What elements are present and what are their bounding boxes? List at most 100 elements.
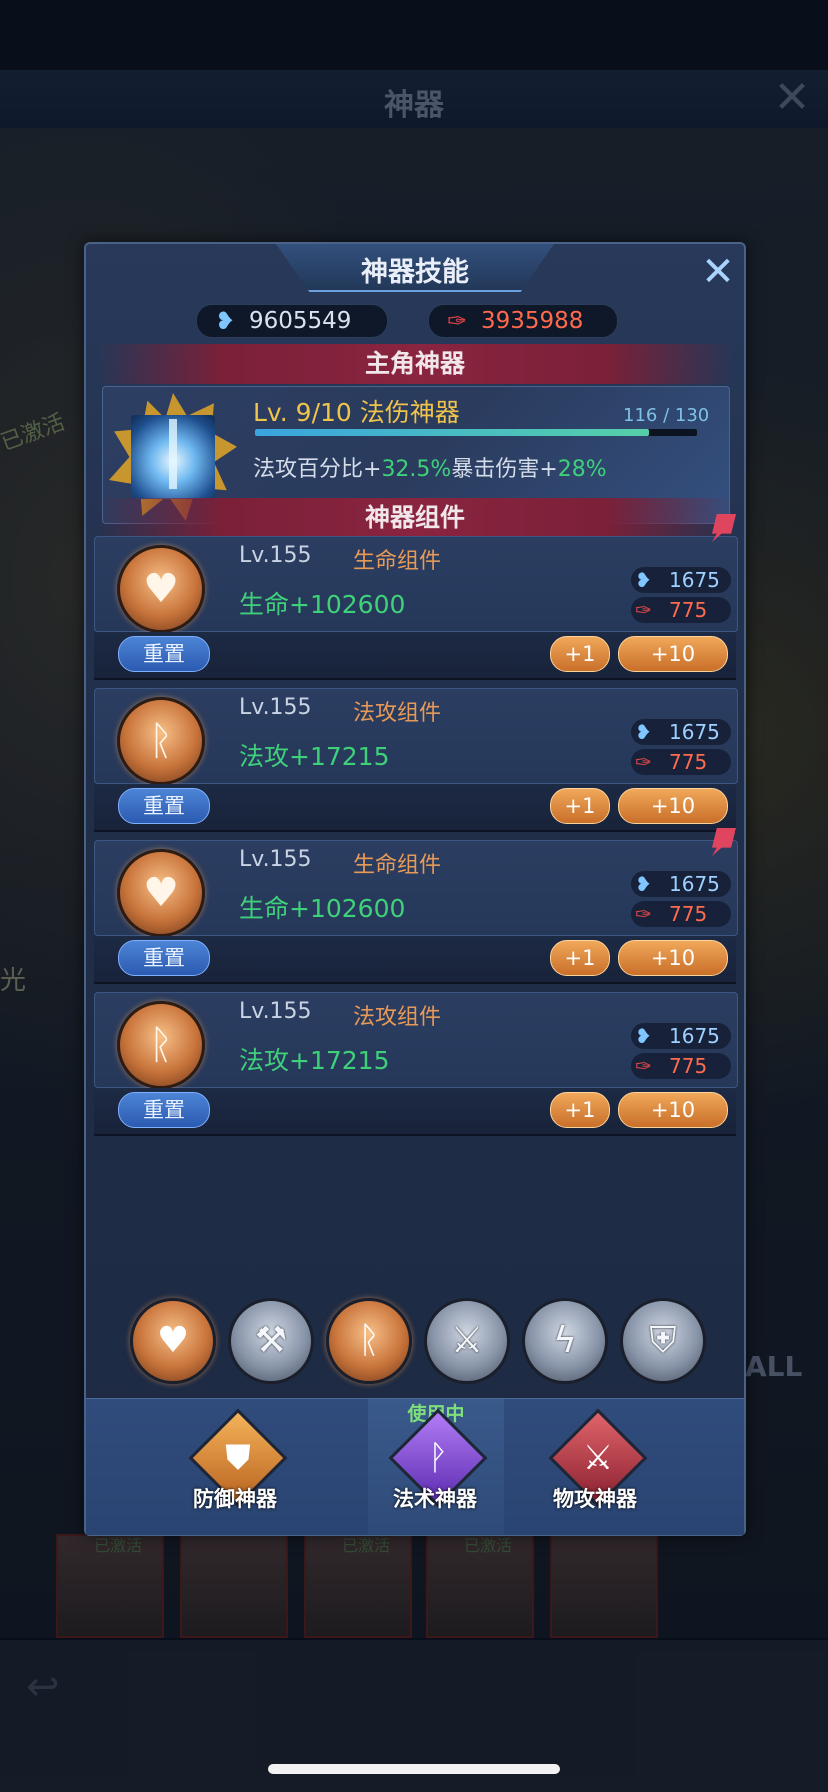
currency-red-value: 3935988 [481, 308, 584, 334]
slot-shield-bolt[interactable]: ⛨ [620, 1298, 706, 1384]
type-physical-label: 物攻神器 [553, 1486, 637, 1511]
plus-1-button[interactable]: +1 [550, 788, 610, 824]
component-stat: 生命+102600 [239, 894, 406, 923]
artifact-type-bar: 使用中 ⛊ 防御神器 ᚹ 法术神器 ⚔ 物攻神器 [86, 1398, 744, 1535]
type-physical-artifact[interactable]: ⚔ 物攻神器 [530, 1408, 660, 1525]
reset-button[interactable]: 重置 [118, 636, 210, 672]
plus-10-button[interactable]: +10 [618, 788, 728, 824]
plus-1-button[interactable]: +1 [550, 1092, 610, 1128]
component-info[interactable]: ᚱ Lv.155 法攻组件 法攻+17215 ❥ 1675 ✑ 775 [94, 688, 738, 785]
type-spell-artifact[interactable]: ᚹ 法术神器 [370, 1408, 500, 1525]
lightning-shield-icon: ϟ [553, 1320, 577, 1361]
component-stat: 法攻+17215 [239, 742, 390, 771]
component-level: Lv.155 [239, 695, 312, 720]
component-cost-blue: ❥ 1675 [631, 719, 731, 745]
component-cost-blue: ❥ 1675 [631, 567, 731, 593]
heart-icon: ♥ [156, 1320, 190, 1361]
main-artifact-progress-fill [255, 429, 650, 436]
component-row: ♥ Lv.155 生命组件 生命+102600 ❥ 1675 ✑ 775 重置 +1… [94, 828, 738, 988]
component-cost-blue: ❥ 1675 [631, 871, 731, 897]
component-level: Lv.155 [239, 999, 312, 1024]
component-row: ᚱ Lv.155 法攻组件 法攻+17215 ❥ 1675 ✑ 775 重置 +1 … [94, 992, 738, 1140]
artifact-skill-dialog: 神器技能 ✕ ❥ 9605549 ✑ 3935988 主角神器 Lv. 9/10… [84, 242, 746, 1536]
red-feather-icon: ✑ [635, 1054, 652, 1078]
main-artifact-section-title: 主角神器 [364, 349, 465, 378]
currency-blue: ❥ 9605549 [196, 304, 388, 338]
currency-red: ✑ 3935988 [428, 304, 618, 338]
component-cost-blue-value: 1675 [669, 1024, 720, 1048]
plus-1-button[interactable]: +1 [550, 940, 610, 976]
stat-value-crit-damage: 28% [557, 457, 607, 482]
component-cost-red-value: 775 [669, 750, 708, 774]
type-spell-label: 法术神器 [393, 1486, 477, 1511]
component-stat: 生命+102600 [239, 590, 406, 619]
type-defense-label: 防御神器 [193, 1486, 277, 1511]
component-cost-blue-value: 1675 [669, 720, 720, 744]
component-cost-red-value: 775 [669, 1054, 708, 1078]
axe-icon: ⚒ [254, 1320, 288, 1361]
plus-10-button[interactable]: +10 [618, 1092, 728, 1128]
rune-icon: ᚱ [358, 1320, 380, 1361]
heart-icon: ♥ [117, 545, 205, 633]
component-cost-blue-value: 1675 [669, 568, 720, 592]
component-name: 法攻组件 [353, 1005, 442, 1030]
close-icon[interactable]: ✕ [698, 252, 738, 292]
blue-heart-gem-icon: ❥ [635, 1024, 652, 1048]
main-artifact-level: Lv. 9/10 法伤神器 [253, 398, 460, 427]
rune-icon: ᚱ [117, 1001, 205, 1089]
blue-heart-gem-icon: ❥ [214, 307, 236, 335]
component-row: ᚱ Lv.155 法攻组件 法攻+17215 ❥ 1675 ✑ 775 重置 +1 … [94, 688, 738, 836]
main-artifact-progress-bar [255, 429, 697, 436]
reset-button[interactable]: 重置 [118, 1092, 210, 1128]
red-feather-icon: ✑ [635, 902, 652, 926]
blue-heart-gem-icon: ❥ [635, 872, 652, 896]
blue-heart-gem-icon: ❥ [635, 568, 652, 592]
component-cost-red: ✑ 775 [631, 597, 731, 623]
stat-label-crit-damage: 暴击伤害+ [451, 457, 558, 482]
slot-shield-sword[interactable]: ⚔ [424, 1298, 510, 1384]
component-stat: 法攻+17215 [239, 1046, 390, 1075]
component-level: Lv.155 [239, 847, 312, 872]
shield-sword-icon: ⚔ [450, 1320, 484, 1361]
slot-axe[interactable]: ⚒ [228, 1298, 314, 1384]
plus-1-button[interactable]: +1 [550, 636, 610, 672]
component-cost-red-value: 775 [669, 902, 708, 926]
component-info[interactable]: ♥ Lv.155 生命组件 生命+102600 ❥ 1675 ✑ 775 [94, 536, 738, 633]
plus-10-button[interactable]: +10 [618, 940, 728, 976]
dialog-header: 神器技能 ✕ [86, 244, 744, 294]
components-section-title: 神器组件 [364, 503, 465, 532]
component-cost-red-value: 775 [669, 598, 708, 622]
type-defense-artifact[interactable]: ⛊ 防御神器 [170, 1408, 300, 1525]
component-row: ♥ Lv.155 生命组件 生命+102600 ❥ 1675 ✑ 775 重置 +1… [94, 514, 738, 684]
red-feather-icon: ✑ [635, 750, 652, 774]
component-info[interactable]: ᚱ Lv.155 法攻组件 法攻+17215 ❥ 1675 ✑ 775 [94, 992, 738, 1089]
component-cost-blue-value: 1675 [669, 872, 720, 896]
reset-button[interactable]: 重置 [118, 788, 210, 824]
stat-label-magic-attack-pct: 法攻百分比+ [253, 457, 382, 482]
component-name: 生命组件 [353, 549, 442, 574]
rune-icon: ᚱ [117, 697, 205, 785]
component-cost-red: ✑ 775 [631, 749, 731, 775]
component-level: Lv.155 [239, 543, 312, 568]
red-feather-icon: ✑ [446, 307, 468, 335]
component-cost-red: ✑ 775 [631, 901, 731, 927]
red-feather-icon: ✑ [635, 598, 652, 622]
main-artifact-progress-text: 116 / 130 [623, 405, 710, 426]
components-section-banner: 神器组件 [96, 498, 734, 538]
slot-lightning-shield[interactable]: ϟ [522, 1298, 608, 1384]
component-name: 法攻组件 [353, 701, 442, 726]
reset-button[interactable]: 重置 [118, 940, 210, 976]
home-indicator[interactable] [268, 1764, 560, 1774]
main-artifact-section-banner: 主角神器 [96, 344, 734, 384]
main-artifact-stats: 法攻百分比+32.5%暴击伤害+28% [253, 451, 607, 483]
component-cost-red: ✑ 775 [631, 1053, 731, 1079]
heart-icon: ♥ [117, 849, 205, 937]
slot-heart[interactable]: ♥ [130, 1298, 216, 1384]
currency-blue-value: 9605549 [249, 308, 352, 334]
plus-10-button[interactable]: +10 [618, 636, 728, 672]
component-name: 生命组件 [353, 853, 442, 878]
slot-rune[interactable]: ᚱ [326, 1298, 412, 1384]
stat-value-magic-attack-pct: 32.5% [381, 457, 452, 482]
component-cost-blue: ❥ 1675 [631, 1023, 731, 1049]
component-info[interactable]: ♥ Lv.155 生命组件 生命+102600 ❥ 1675 ✑ 775 [94, 840, 738, 937]
